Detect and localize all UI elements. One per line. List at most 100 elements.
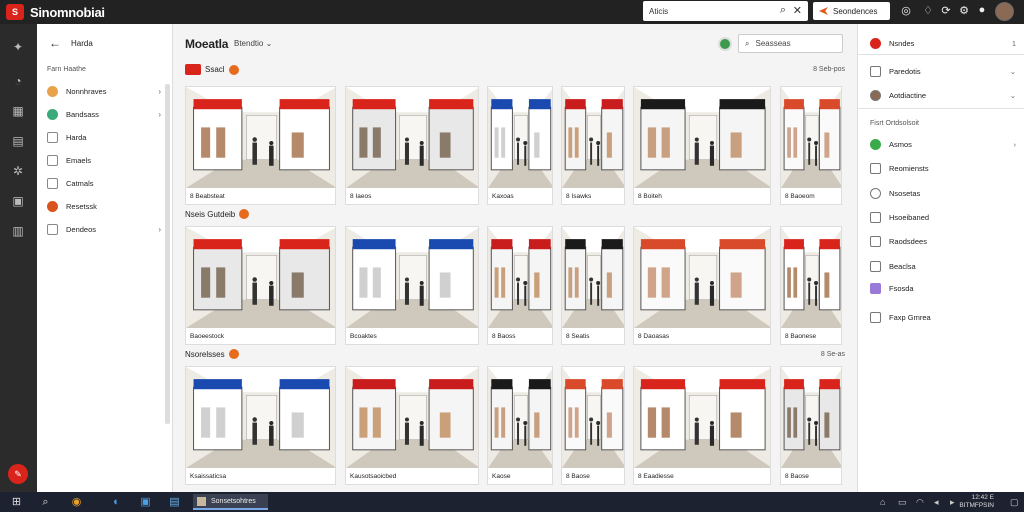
left-panel-scrollbar[interactable] — [165, 84, 170, 424]
store-card[interactable]: 8 Eaadiesse — [633, 366, 771, 485]
top-search-input[interactable]: Aticis ⌕ ✕ — [643, 1, 808, 21]
store-card-caption: 8 Beabsteat — [190, 193, 225, 200]
store-card-caption: 8 Baose — [566, 473, 590, 480]
page-title: Moeatla — [185, 37, 229, 51]
clock-icon[interactable]: ◔ — [10, 74, 26, 88]
store-thumbnail-image — [488, 367, 552, 468]
windows-start-icon[interactable]: ⊞ — [10, 496, 23, 508]
right-panel-item[interactable]: Fsosda — [870, 281, 1018, 295]
archive-icon[interactable]: ▥ — [10, 224, 26, 238]
sidebar-item[interactable]: Bandsass › — [47, 107, 165, 121]
sidebar-item[interactable]: Resetssk — [47, 199, 165, 213]
avatar[interactable] — [995, 2, 1014, 21]
store-card-caption: 8 Isawks — [566, 193, 592, 200]
store-card[interactable]: Kaose — [487, 366, 553, 485]
sidebar-item-label: Catmals — [66, 178, 94, 188]
sidebar-item[interactable]: Nonnhraves › — [47, 84, 165, 98]
store-card[interactable]: 8 Isawks — [561, 86, 625, 205]
store-card[interactable]: 8 Seatis — [561, 226, 625, 345]
app-icon — [197, 496, 206, 506]
taskbar-app-label: Sonsetsohtres — [211, 497, 256, 505]
store-card[interactable]: 8 Baoeom — [780, 86, 842, 205]
battery-icon[interactable]: ▭ — [898, 497, 907, 508]
search-icon[interactable]: ⌕ — [780, 4, 786, 17]
store-card[interactable]: Kausotsaoicbed — [345, 366, 479, 485]
left-rail: ✦ ◔ ▦ ▤ ✲ ▣ ▥ ✎ — [0, 24, 37, 492]
inbox-icon[interactable]: ▤ — [10, 134, 26, 148]
left-panel: ← Harda Farn Haathe Nonnhraves › Bandsass ›… — [37, 24, 173, 492]
store-thumbnail-image — [634, 87, 770, 188]
store-card[interactable]: Kaxoas — [487, 86, 553, 205]
right-panel-item[interactable]: Nsndes 1 — [870, 36, 1018, 50]
store-card[interactable]: Bcoaktes — [345, 226, 479, 345]
wifi-icon[interactable]: ◠ — [916, 497, 924, 508]
sidebar-item[interactable]: Emaels — [47, 153, 165, 167]
taskbar-app-button[interactable]: Sonsetsohtres — [193, 494, 268, 510]
search-icon[interactable]: ⌕ — [39, 496, 52, 508]
globe-icon[interactable]: ◎ — [899, 4, 913, 17]
right-panel-item[interactable]: Raodsdees — [870, 234, 1018, 248]
store-icon[interactable]: ▦ — [10, 104, 26, 118]
language-icon[interactable]: ▸ — [950, 497, 955, 508]
right-panel-item-label: Hsoeibaned — [889, 212, 930, 222]
notifications-icon[interactable]: ▢ — [1010, 497, 1019, 508]
list-icon — [870, 65, 881, 77]
section-count: 8 Se-as — [820, 351, 845, 358]
right-panel-item[interactable]: Beaclsa — [870, 259, 1018, 273]
apps-icon[interactable]: ✦ — [10, 40, 26, 54]
network-icon[interactable]: ⌂ — [880, 497, 885, 507]
right-panel-item[interactable]: Paredotis ⌄ — [870, 64, 1018, 78]
store-card[interactable]: Baoeestock — [185, 226, 336, 345]
store-card[interactable]: 8 Boiteh — [633, 86, 771, 205]
sidebar-item[interactable]: Harda — [47, 130, 165, 144]
app-logo[interactable]: S Sinomnobiai — [6, 4, 105, 20]
compose-button[interactable]: ✎ — [8, 464, 28, 484]
store-card[interactable]: 8 Beabsteat — [185, 86, 336, 205]
section-badge-icon — [239, 209, 250, 219]
notification-icon[interactable]: ● — [975, 4, 989, 16]
top-action-button[interactable]: Seondences — [813, 2, 890, 20]
settings-icon[interactable]: ⚙ — [957, 4, 971, 17]
green-circle-icon — [47, 108, 58, 120]
filter-dropdown[interactable]: Btendtio ⌄ — [234, 39, 272, 48]
taskbar: ⊞ ⌕ ◉ ◐ ▣ ▤ Sonsetsohtres ⌂ ▭ ◠ ◂ ▸ 12:4… — [0, 492, 1024, 512]
store-card[interactable]: 8 Baose — [780, 366, 842, 485]
right-panel-item[interactable]: Faxp Gmrea — [870, 310, 1018, 324]
store-card-caption: 8 Baose — [785, 473, 809, 480]
right-panel-item[interactable]: Aotdiactine ⌄ — [870, 88, 1018, 102]
taskbar-clock[interactable]: 12:42 E BITMFPSIN — [959, 494, 994, 510]
store-card-caption: 8 Baoss — [492, 333, 516, 340]
browser-icon[interactable]: ◉ — [70, 496, 83, 508]
pencil-icon — [47, 223, 58, 235]
store-card[interactable]: 8 Daoasas — [633, 226, 771, 345]
sync-icon[interactable]: ⟳ — [939, 4, 953, 17]
globe-icon[interactable] — [718, 37, 732, 51]
store-card-caption: Kaose — [492, 473, 511, 480]
bell-icon[interactable]: ♢ — [921, 4, 935, 17]
store-card[interactable]: Ksaissaticsa — [185, 366, 336, 485]
right-panel-item[interactable]: Asmos › — [870, 137, 1018, 151]
settings-icon[interactable]: ✲ — [10, 164, 26, 178]
store-card[interactable]: 8 Baoss — [487, 226, 553, 345]
right-panel-item[interactable]: Nsosetas — [870, 186, 1018, 200]
right-panel-item[interactable]: Reomiensts — [870, 161, 1018, 175]
store-card[interactable]: 8 Iaeos — [345, 86, 479, 205]
doc-icon — [870, 162, 881, 174]
chevron-down-icon: ⌄ — [265, 39, 273, 48]
back-button[interactable]: ← Harda — [49, 36, 93, 50]
store-card[interactable]: 8 Baonese — [780, 226, 842, 345]
sidebar-item[interactable]: Catmals — [47, 176, 165, 190]
sidebar-item[interactable]: Dendeos › — [47, 222, 165, 236]
edge-icon[interactable]: ◐ — [110, 496, 123, 508]
main-search-input[interactable]: ⌕ Seasseas — [738, 34, 843, 53]
top-action-label: Seondences — [833, 6, 878, 16]
briefcase-icon[interactable]: ▣ — [10, 194, 26, 208]
store-card[interactable]: 8 Baose — [561, 366, 625, 485]
volume-icon[interactable]: ◂ — [934, 497, 939, 508]
store-icon[interactable]: ▤ — [168, 496, 181, 508]
close-icon[interactable]: ✕ — [793, 4, 802, 17]
main-content: Moeatla Btendtio ⌄ ⌕ Seasseas Ssacl 8 Seb… — [173, 24, 857, 492]
right-panel-item[interactable]: Hsoeibaned — [870, 210, 1018, 224]
store-card-caption: 8 Iaeos — [350, 193, 372, 200]
mail-icon[interactable]: ▣ — [139, 496, 152, 508]
